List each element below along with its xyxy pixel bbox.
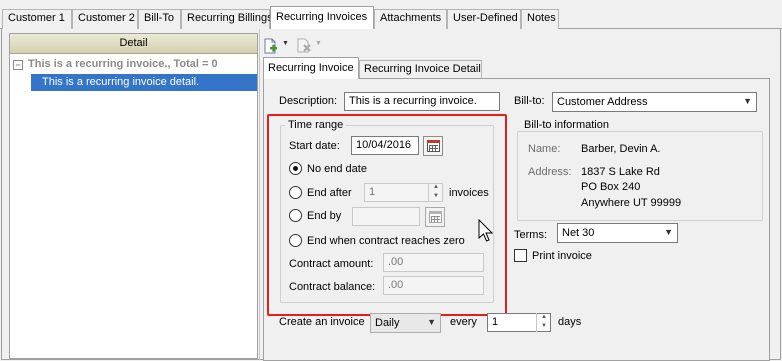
tab-notes[interactable]: Notes [521, 9, 559, 29]
spin-down-icon[interactable]: ▼ [537, 322, 551, 331]
detail-column-header[interactable]: Detail [10, 34, 257, 54]
frequency-select-value: Daily [375, 317, 400, 329]
address-line-1: 1837 S Lake Rd [581, 166, 660, 178]
dropdown-arrow-icon: ▼ [315, 40, 322, 47]
terms-label: Terms: [514, 229, 547, 241]
tab-customer-2[interactable]: Customer 2 [72, 9, 138, 29]
dropdown-arrow-icon[interactable]: ▼ [282, 40, 290, 48]
tab-customer-1[interactable]: Customer 1 [2, 9, 72, 29]
chevron-down-icon: ▼ [664, 227, 673, 237]
list-item-selected[interactable]: This is a recurring invoice detail. [31, 74, 257, 91]
description-label: Description: [279, 95, 338, 107]
highlight-box [267, 114, 507, 316]
address-line-3: Anywhere UT 99999 [581, 197, 682, 209]
billto-label: Bill-to: [514, 95, 545, 107]
spin-up-icon[interactable]: ▲ [537, 313, 551, 322]
detail-list-panel[interactable]: Detail − This is a recurring invoice., To… [9, 33, 258, 359]
description-field[interactable]: This is a recurring invoice. [344, 92, 500, 111]
vertical-scrollbar[interactable] [772, 36, 780, 358]
tab-bill-to[interactable]: Bill-To [138, 9, 181, 29]
tab-recurring-invoice-detail[interactable]: Recurring Invoice Detail [359, 60, 482, 78]
print-invoice-label: Print invoice [532, 250, 592, 262]
tab-user-defined[interactable]: User-Defined [447, 9, 521, 29]
frequency-select[interactable]: Daily ▼ [370, 313, 441, 333]
terms-select[interactable]: Net 30 ▼ [557, 223, 678, 243]
mouse-cursor-icon [478, 218, 496, 245]
every-spinner[interactable]: ▲ ▼ [536, 313, 550, 332]
address-line-2: PO Box 240 [581, 181, 641, 193]
address-label: Address: [528, 166, 572, 178]
tab-recurring-billings[interactable]: Recurring Billings [181, 9, 273, 29]
delete-icon[interactable] [296, 38, 312, 54]
collapse-icon[interactable]: − [13, 60, 23, 70]
billto-select-value: Customer Address [557, 96, 648, 108]
every-label: every [450, 316, 477, 328]
terms-select-value: Net 30 [562, 227, 595, 239]
tab-recurring-invoices[interactable]: Recurring Invoices [270, 6, 374, 29]
print-invoice-checkbox[interactable] [514, 249, 527, 262]
create-invoice-label: Create an invoice [279, 316, 365, 328]
billto-info-title: Bill-to information [521, 119, 612, 131]
billto-select[interactable]: Customer Address ▼ [552, 92, 757, 112]
chevron-down-icon: ▼ [427, 317, 436, 327]
name-label: Name: [528, 143, 561, 155]
chevron-down-icon: ▼ [743, 96, 752, 106]
tab-attachments[interactable]: Attachments [374, 9, 447, 29]
group-row[interactable]: − This is a recurring invoice., Total = 0 [13, 58, 257, 72]
days-label: days [558, 316, 582, 328]
group-label: This is a recurring invoice., Total = 0 [28, 58, 218, 70]
new-document-icon[interactable] [264, 38, 278, 54]
tab-recurring-invoice[interactable]: Recurring Invoice [263, 57, 359, 79]
panel-splitter[interactable] [259, 29, 260, 360]
name-value: Barber, Devin A. [581, 143, 661, 155]
